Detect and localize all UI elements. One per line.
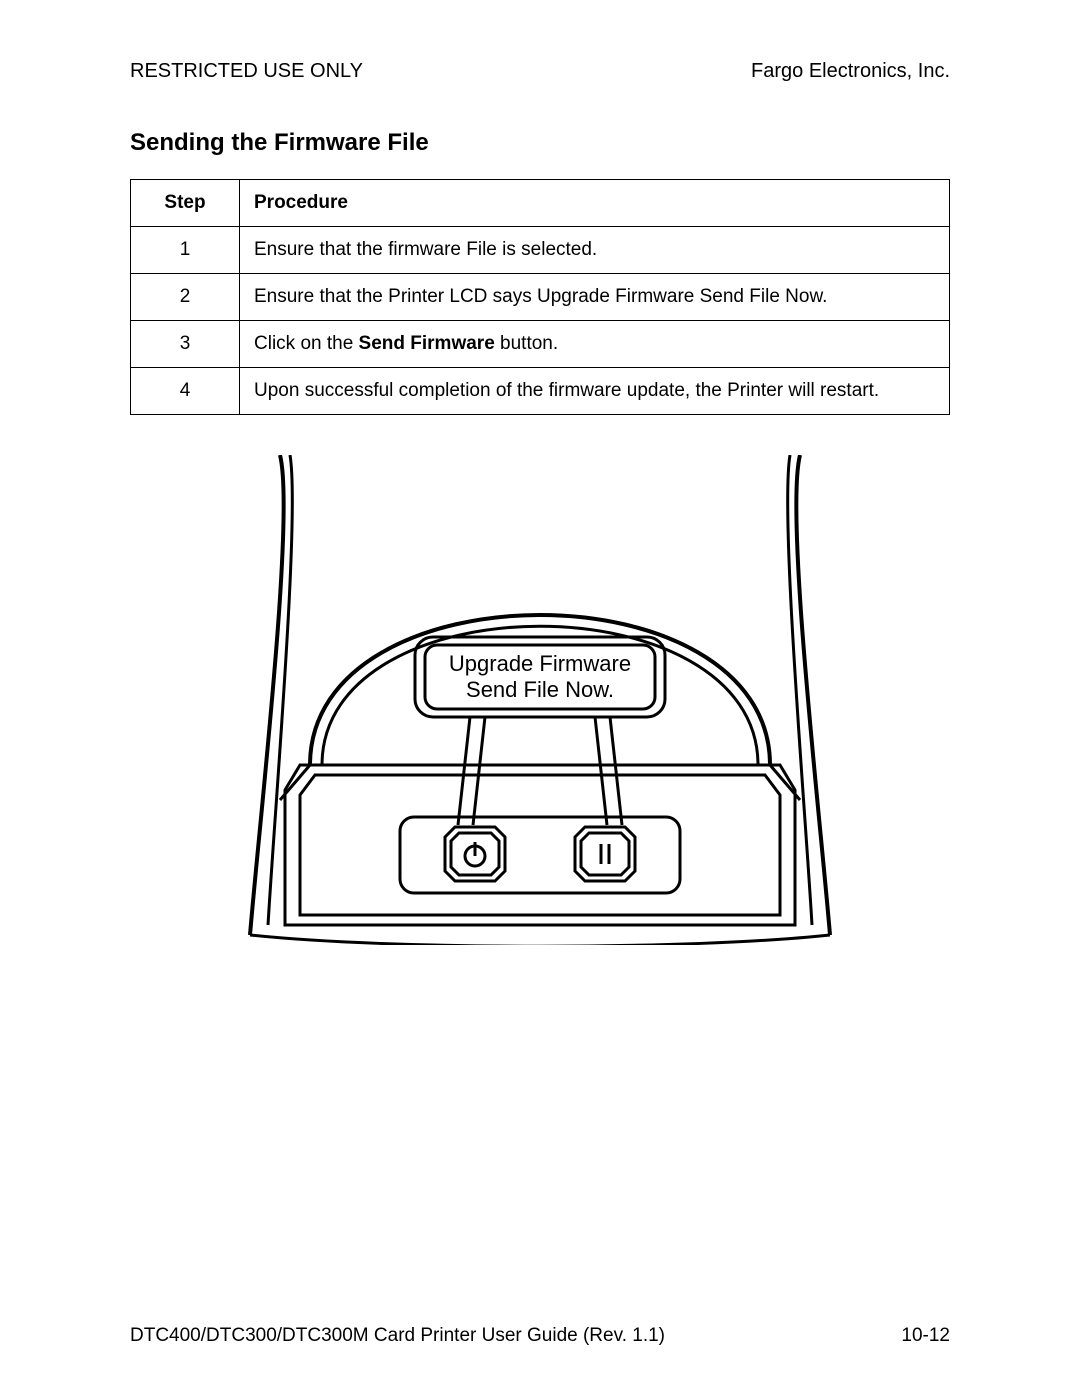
text-bold: Send Firmware — [359, 333, 495, 354]
procedure-cell: Ensure that the Printer LCD says Upgrade… — [240, 274, 950, 321]
page-footer: DTC400/DTC300/DTC300M Card Printer User … — [130, 1325, 950, 1347]
page-header: RESTRICTED USE ONLY Fargo Electronics, I… — [130, 60, 950, 83]
table-row: 1 Ensure that the firmware File is selec… — [131, 227, 950, 274]
pause-icon — [601, 844, 609, 864]
step-cell: 4 — [131, 368, 240, 415]
step-cell: 1 — [131, 227, 240, 274]
section-title: Sending the Firmware File — [130, 129, 950, 157]
step-cell: 3 — [131, 321, 240, 368]
header-right: Fargo Electronics, Inc. — [751, 60, 950, 83]
procedure-cell: Ensure that the firmware File is selecte… — [240, 227, 950, 274]
power-icon — [465, 842, 485, 866]
table-row: 4 Upon successful completion of the firm… — [131, 368, 950, 415]
text: button. — [495, 333, 558, 354]
step-cell: 2 — [131, 274, 240, 321]
lcd-line1: Upgrade Firmware — [449, 651, 631, 676]
table-header-row: Step Procedure — [131, 180, 950, 227]
procedure-table: Step Procedure 1 Ensure that the firmwar… — [130, 179, 950, 415]
table-row: 3 Click on the Send Firmware button. — [131, 321, 950, 368]
col-header-procedure: Procedure — [240, 180, 950, 227]
footer-left: DTC400/DTC300/DTC300M Card Printer User … — [130, 1325, 665, 1347]
table-row: 2 Ensure that the Printer LCD says Upgra… — [131, 274, 950, 321]
footer-right: 10-12 — [901, 1325, 950, 1347]
text: Click on the — [254, 333, 359, 354]
procedure-cell: Click on the Send Firmware button. — [240, 321, 950, 368]
lcd-line2: Send File Now. — [466, 677, 614, 702]
document-page: RESTRICTED USE ONLY Fargo Electronics, I… — [0, 0, 1080, 1397]
procedure-cell: Upon successful completion of the firmwa… — [240, 368, 950, 415]
printer-illustration: Upgrade Firmware Send File Now. — [240, 455, 840, 945]
header-left: RESTRICTED USE ONLY — [130, 60, 363, 83]
col-header-step: Step — [131, 180, 240, 227]
printer-figure: Upgrade Firmware Send File Now. — [130, 455, 950, 945]
